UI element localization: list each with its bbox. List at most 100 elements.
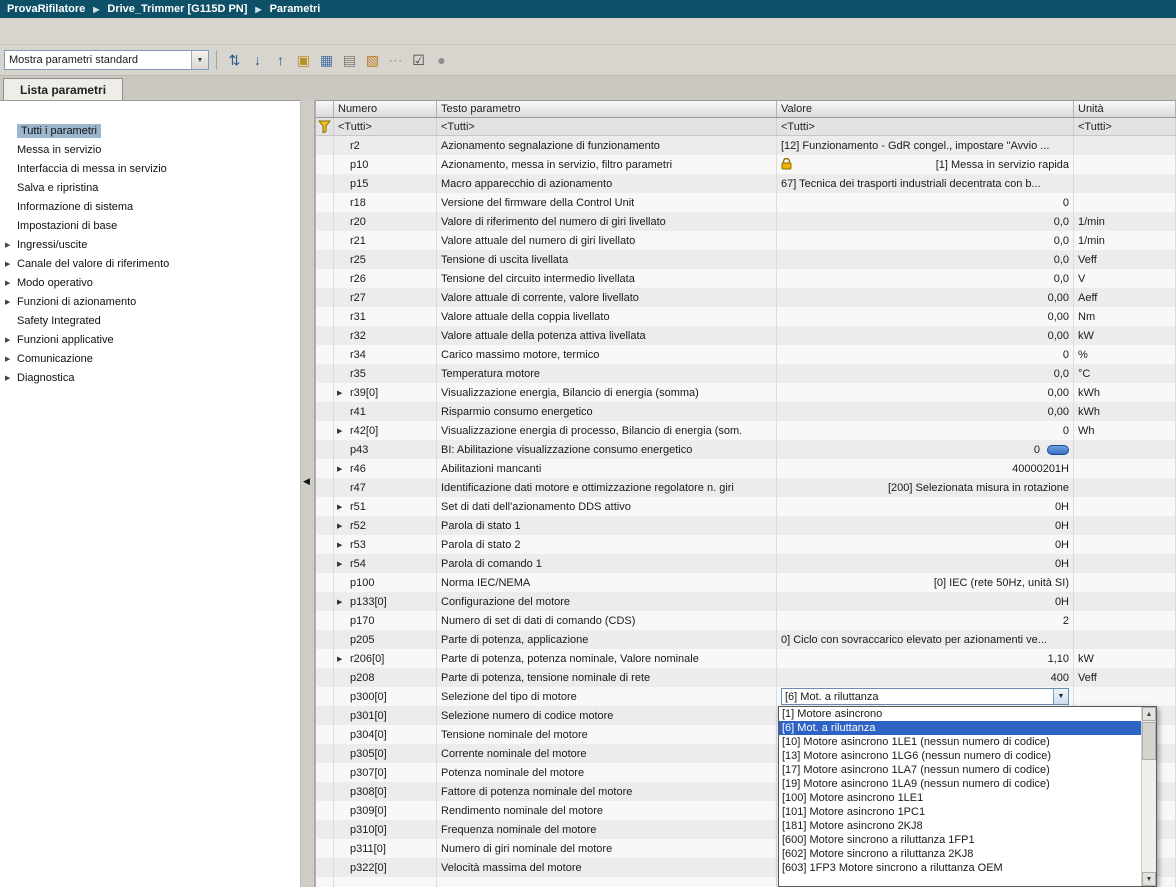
table-row[interactable]: ▶r46Abilitazioni mancanti40000201H — [316, 459, 1176, 478]
dropdown-item[interactable]: [10] Motore asincrono 1LE1 (nessun numer… — [779, 735, 1141, 749]
sidebar-item[interactable]: ▶Modo operativo — [0, 273, 300, 292]
value-cell[interactable]: 2 — [777, 611, 1074, 630]
sidebar-item[interactable]: Tutti i parametri — [0, 121, 300, 140]
sidebar-item[interactable]: ▶Funzioni applicative — [0, 330, 300, 349]
dropdown-item[interactable]: [100] Motore asincrono 1LE1 — [779, 791, 1141, 805]
value-cell[interactable]: [6] Mot. a riluttanza▼ — [777, 687, 1074, 706]
dropdown-item[interactable]: [603] 1FP3 Motore sincrono a riluttanza … — [779, 861, 1141, 875]
export-values-icon[interactable]: ↑ — [270, 50, 291, 71]
value-cell[interactable]: 0H — [777, 516, 1074, 535]
table-row[interactable]: p43BI: Abilitazione visualizzazione cons… — [316, 440, 1176, 459]
dropdown-scrollbar[interactable]: ▲ ▼ — [1141, 707, 1156, 886]
expand-row-icon[interactable]: ▶ — [337, 655, 348, 663]
motor-type-combobox[interactable]: [6] Mot. a riluttanza▼ — [781, 688, 1069, 705]
value-cell[interactable]: 0H — [777, 592, 1074, 611]
expand-row-icon[interactable]: ▶ — [337, 598, 348, 606]
filter-testo[interactable]: <Tutti> — [437, 118, 777, 135]
table-row[interactable]: ▶r42[0]Visualizzazione energia di proces… — [316, 421, 1176, 440]
value-cell[interactable]: 0 — [777, 193, 1074, 212]
sort-parameters-icon[interactable]: ⇅ — [224, 50, 245, 71]
value-cell[interactable]: 40000201H — [777, 459, 1074, 478]
value-cell[interactable]: 0 — [777, 440, 1074, 459]
new-document-icon[interactable]: ▧ — [362, 50, 383, 71]
table-row[interactable]: p10Azionamento, messa in servizio, filtr… — [316, 155, 1176, 174]
dropdown-item[interactable]: [17] Motore asincrono 1LA7 (nessun numer… — [779, 763, 1141, 777]
collapse-pane-icon[interactable]: ◀ — [303, 476, 310, 487]
sidebar-item[interactable]: Messa in servizio — [0, 140, 300, 159]
expand-row-icon[interactable]: ▶ — [337, 503, 348, 511]
dropdown-item[interactable]: [13] Motore asincrono 1LG6 (nessun numer… — [779, 749, 1141, 763]
expand-row-icon[interactable]: ▶ — [337, 560, 348, 568]
sidebar-item[interactable]: Safety Integrated — [0, 311, 300, 330]
table-row[interactable]: r20Valore di riferimento del numero di g… — [316, 212, 1176, 231]
table-row[interactable]: r27Valore attuale di corrente, valore li… — [316, 288, 1176, 307]
sidebar-item[interactable]: ▶Comunicazione — [0, 349, 300, 368]
value-cell[interactable]: 67] Tecnica dei trasporti industriali de… — [777, 174, 1074, 193]
scroll-up-icon[interactable]: ▲ — [1142, 707, 1156, 721]
table-row[interactable]: r25Tensione di uscita livellata0,0Veff — [316, 250, 1176, 269]
dropdown-item[interactable]: [101] Motore asincrono 1PC1 — [779, 805, 1141, 819]
value-cell[interactable]: 0H — [777, 554, 1074, 573]
dropdown-item[interactable]: [181] Motore asincrono 2KJ8 — [779, 819, 1141, 833]
chevron-down-icon[interactable]: ▼ — [191, 51, 208, 69]
save-icon[interactable]: ▦ — [316, 50, 337, 71]
value-cell[interactable]: [12] Funzionamento - GdR congel., impost… — [777, 136, 1074, 155]
value-cell[interactable]: 0H — [777, 497, 1074, 516]
breadcrumb-item[interactable]: Drive_Trimmer [G115D PN] — [107, 3, 247, 15]
table-row[interactable]: r47Identificazione dati motore e ottimiz… — [316, 478, 1176, 497]
value-cell[interactable]: 0] Ciclo con sovraccarico elevato per az… — [777, 630, 1074, 649]
table-row[interactable]: p208Parte di potenza, tensione nominale … — [316, 668, 1176, 687]
sidebar-item[interactable]: Informazione di sistema — [0, 197, 300, 216]
table-row[interactable]: r41Risparmio consumo energetico0,00kWh — [316, 402, 1176, 421]
table-row[interactable]: ▶p133[0]Configurazione del motore0H — [316, 592, 1176, 611]
new-object-icon[interactable]: ▣ — [293, 50, 314, 71]
expand-arrow-icon[interactable]: ▶ — [5, 279, 17, 287]
table-row[interactable]: p300[0]Selezione del tipo di motore[6] M… — [316, 687, 1176, 706]
table-row[interactable]: p205Parte di potenza, applicazione0] Cic… — [316, 630, 1176, 649]
dropdown-item[interactable]: [1] Motore asincrono — [779, 707, 1141, 721]
value-cell[interactable]: 0,0 — [777, 269, 1074, 288]
expand-arrow-icon[interactable]: ▶ — [5, 374, 17, 382]
header-valore[interactable]: Valore — [777, 101, 1074, 117]
save-all-icon[interactable]: ▤ — [339, 50, 360, 71]
value-cell[interactable]: 0,00 — [777, 288, 1074, 307]
expand-row-icon[interactable]: ▶ — [337, 465, 348, 473]
filter-valore[interactable]: <Tutti> — [777, 118, 1074, 135]
table-row[interactable]: r35Temperatura motore0,0°C — [316, 364, 1176, 383]
expand-arrow-icon[interactable]: ▶ — [5, 336, 17, 344]
table-row[interactable]: r2Azionamento segnalazione di funzioname… — [316, 136, 1176, 155]
sidebar-item[interactable]: ▶Canale del valore di riferimento — [0, 254, 300, 273]
status-led-icon[interactable]: ● — [431, 50, 452, 71]
value-cell[interactable]: 0,0 — [777, 364, 1074, 383]
table-row[interactable]: r18Versione del firmware della Control U… — [316, 193, 1176, 212]
table-row[interactable]: r26Tensione del circuito intermedio live… — [316, 269, 1176, 288]
expand-row-icon[interactable]: ▶ — [337, 427, 348, 435]
value-cell[interactable]: 0,0 — [777, 212, 1074, 231]
header-numero[interactable]: Numero — [334, 101, 437, 117]
dropdown-item[interactable]: [6] Mot. a riluttanza — [779, 721, 1141, 735]
table-row[interactable]: ▶r54Parola di comando 10H — [316, 554, 1176, 573]
filter-numero[interactable]: <Tutti> — [334, 118, 437, 135]
expand-row-icon[interactable]: ▶ — [337, 541, 348, 549]
value-cell[interactable]: 0H — [777, 535, 1074, 554]
table-row[interactable]: r32Valore attuale della potenza attiva l… — [316, 326, 1176, 345]
sidebar-item[interactable]: Interfaccia di messa in servizio — [0, 159, 300, 178]
table-row[interactable]: r31Valore attuale della coppia livellato… — [316, 307, 1176, 326]
import-values-icon[interactable]: ↓ — [247, 50, 268, 71]
scroll-down-icon[interactable]: ▼ — [1142, 872, 1156, 886]
value-cell[interactable]: [1] Messa in servizio rapida — [777, 155, 1074, 174]
tab-lista-parametri[interactable]: Lista parametri — [3, 78, 123, 100]
breadcrumb-item[interactable]: ProvaRifilatore — [7, 3, 85, 15]
table-row[interactable]: p15Macro apparecchio di azionamento67] T… — [316, 174, 1176, 193]
value-cell[interactable]: [0] IEC (rete 50Hz, unità SI) — [777, 573, 1074, 592]
value-cell[interactable]: 0,00 — [777, 402, 1074, 421]
expand-arrow-icon[interactable]: ▶ — [5, 355, 17, 363]
dropdown-item[interactable] — [779, 875, 1141, 886]
value-cell[interactable]: 1,10 — [777, 649, 1074, 668]
expand-arrow-icon[interactable]: ▶ — [5, 241, 17, 249]
sidebar-item[interactable]: Salva e ripristina — [0, 178, 300, 197]
dropdown-item[interactable]: [600] Motore sincrono a riluttanza 1FP1 — [779, 833, 1141, 847]
dropdown-item[interactable]: [602] Motore sincrono a riluttanza 2KJ8 — [779, 847, 1141, 861]
breadcrumb-item[interactable]: Parametri — [270, 3, 321, 15]
sidebar-item[interactable]: ▶Ingressi/uscite — [0, 235, 300, 254]
